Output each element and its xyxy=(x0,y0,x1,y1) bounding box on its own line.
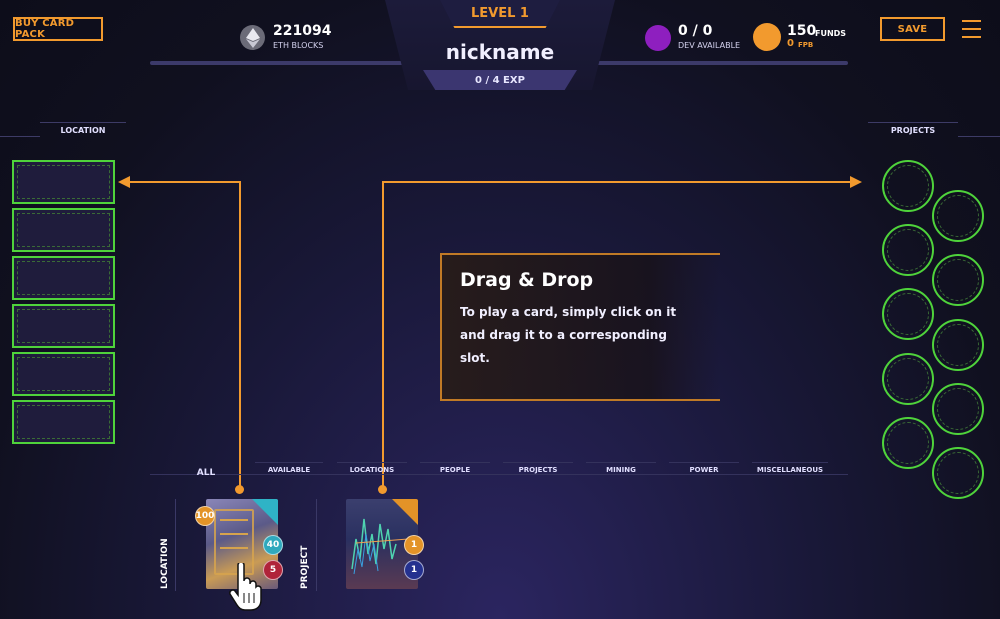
tooltip-title: Drag & Drop xyxy=(460,269,594,291)
projects-section-title: PROJECTS xyxy=(868,122,958,138)
card-stat-badge: 1 xyxy=(404,535,424,555)
hamburger-menu-icon[interactable] xyxy=(962,20,981,38)
fpb-label: FPB xyxy=(798,41,814,49)
location-slot[interactable] xyxy=(12,352,115,396)
location-slot[interactable] xyxy=(12,208,115,252)
project-slot[interactable] xyxy=(882,353,934,405)
arrowhead-left-icon xyxy=(118,176,130,188)
tab-all[interactable]: ALL xyxy=(176,466,236,480)
location-section-title: LOCATION xyxy=(40,122,126,138)
fpb-value: 0 xyxy=(787,38,794,49)
tab-projects[interactable]: PROJECTS xyxy=(503,462,573,476)
project-slot[interactable] xyxy=(932,319,984,371)
project-slot[interactable] xyxy=(932,383,984,435)
tab-locations[interactable]: LOCATIONS xyxy=(337,462,407,476)
project-slot[interactable] xyxy=(932,190,984,242)
guide-arrow-location-horizontal xyxy=(127,181,241,183)
card-stat-badge: 40 xyxy=(263,535,283,555)
arrowhead-right-icon xyxy=(850,176,862,188)
tab-power[interactable]: POWER xyxy=(669,462,739,476)
funds-label: FUNDS xyxy=(815,29,847,38)
eth-blocks-value: 221094 xyxy=(273,23,332,39)
card-cost-badge: 100 xyxy=(195,506,215,526)
location-header-line xyxy=(0,136,40,137)
location-slot[interactable] xyxy=(12,304,115,348)
funds-value: 150 xyxy=(787,23,817,39)
exp-indicator: 0 / 4 EXP xyxy=(423,70,577,90)
location-slot[interactable] xyxy=(12,160,115,204)
card-stat-badge: 1 xyxy=(404,560,424,580)
location-card-category: LOCATION xyxy=(160,538,170,589)
tab-people[interactable]: PEOPLE xyxy=(420,462,490,476)
dev-value: 0 / 0 xyxy=(678,23,713,39)
tab-available[interactable]: AVAILABLE xyxy=(255,462,323,476)
tooltip-body: To play a card, simply click on it and d… xyxy=(460,305,677,365)
level-indicator: LEVEL 1 xyxy=(440,0,560,28)
guide-arrow-location-vertical xyxy=(239,181,241,489)
tab-miscellaneous[interactable]: MISCELLANEOUS xyxy=(752,462,828,476)
projects-header-line xyxy=(958,136,1000,137)
card-divider xyxy=(175,499,176,591)
location-slot[interactable] xyxy=(12,256,115,300)
guide-dot xyxy=(235,485,244,494)
player-nickname: nickname xyxy=(445,40,555,64)
project-slot[interactable] xyxy=(932,447,984,499)
project-card-category: PROJECT xyxy=(300,545,310,589)
eth-blocks-label: ETH BLOCKS xyxy=(273,41,324,50)
save-button[interactable]: SAVE xyxy=(880,17,945,41)
card-stat-badge: 5 xyxy=(263,560,283,580)
project-slot[interactable] xyxy=(882,224,934,276)
drag-drop-tooltip: Drag & Drop To play a card, simply click… xyxy=(440,253,720,401)
project-slot[interactable] xyxy=(882,288,934,340)
hand-pointer-icon xyxy=(229,563,262,611)
project-slot[interactable] xyxy=(932,254,984,306)
guide-arrow-project-vertical xyxy=(382,181,384,489)
card-divider xyxy=(316,499,317,591)
ethereum-icon xyxy=(240,25,265,50)
guide-arrow-project-horizontal xyxy=(382,181,852,183)
guide-dot xyxy=(378,485,387,494)
dev-label: DEV AVAILABLE xyxy=(678,41,741,50)
location-slot[interactable] xyxy=(12,400,115,444)
dev-icon xyxy=(645,25,671,51)
funds-icon xyxy=(753,23,781,51)
buy-card-pack-button[interactable]: BUY CARD PACK xyxy=(13,17,103,41)
tab-mining[interactable]: MINING xyxy=(586,462,656,476)
project-slot[interactable] xyxy=(882,417,934,469)
project-slot[interactable] xyxy=(882,160,934,212)
